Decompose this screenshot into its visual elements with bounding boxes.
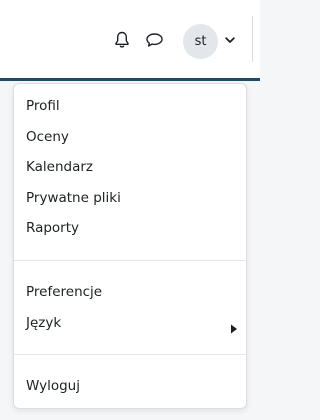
menu-item-profil[interactable]: Profil bbox=[26, 95, 60, 117]
navbar-divider bbox=[252, 16, 253, 62]
page: st Profil Oceny Kalendarz Prywatne pliki… bbox=[0, 0, 260, 420]
menu-item-prywatne-pliki[interactable]: Prywatne pliki bbox=[26, 187, 121, 209]
menu-item-wyloguj[interactable]: Wyloguj bbox=[26, 375, 80, 397]
menu-item-raporty[interactable]: Raporty bbox=[26, 217, 79, 239]
menu-item-preferencje[interactable]: Preferencje bbox=[26, 281, 102, 303]
chat-icon[interactable] bbox=[144, 30, 164, 50]
avatar-initials: st bbox=[194, 34, 207, 49]
menu-divider bbox=[14, 260, 246, 261]
navbar-bottom-border bbox=[0, 78, 260, 81]
user-dropdown-menu: Profil Oceny Kalendarz Prywatne pliki Ra… bbox=[13, 83, 247, 409]
menu-item-kalendarz[interactable]: Kalendarz bbox=[26, 156, 93, 178]
menu-item-oceny[interactable]: Oceny bbox=[26, 126, 69, 148]
menu-item-jezyk[interactable]: Język bbox=[26, 312, 61, 334]
caret-right-icon bbox=[230, 319, 238, 334]
top-navbar: st bbox=[0, 0, 260, 78]
bell-icon[interactable] bbox=[112, 30, 132, 50]
chevron-down-icon[interactable] bbox=[224, 34, 236, 46]
menu-divider bbox=[14, 354, 246, 355]
user-avatar[interactable]: st bbox=[183, 24, 218, 59]
